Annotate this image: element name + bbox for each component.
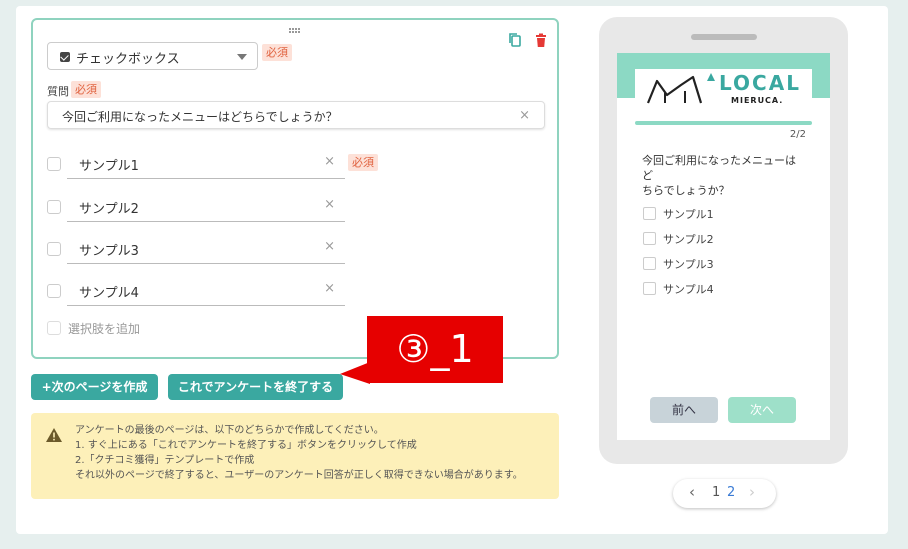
option-label: サンプル4 bbox=[79, 286, 139, 301]
add-option-label: 選択肢を追加 bbox=[68, 322, 141, 336]
option-label: サンプル2 bbox=[79, 202, 139, 217]
logo-main-text: LOCAL bbox=[719, 71, 801, 95]
option-row: サンプル1 × bbox=[47, 149, 377, 179]
caret-down-icon bbox=[237, 54, 247, 60]
pager-page-2[interactable]: 2 bbox=[727, 485, 735, 500]
preview-checkbox[interactable] bbox=[643, 282, 656, 295]
option-checkbox[interactable] bbox=[47, 200, 61, 214]
option-input[interactable]: サンプル3 × bbox=[67, 234, 345, 264]
phone-speaker bbox=[691, 34, 757, 40]
finish-survey-button[interactable]: これでアンケートを終了する bbox=[168, 374, 343, 400]
required-badge: 必須 bbox=[262, 44, 292, 61]
question-type-select[interactable]: チェックボックス bbox=[47, 42, 258, 70]
remove-option-icon[interactable]: × bbox=[324, 154, 335, 169]
trash-icon[interactable] bbox=[533, 32, 549, 48]
remove-option-icon[interactable]: × bbox=[324, 197, 335, 212]
option-checkbox[interactable] bbox=[47, 242, 61, 256]
preview-option-label: サンプル1 bbox=[663, 208, 714, 221]
preview-option-label: サンプル2 bbox=[663, 233, 714, 246]
annotation-label: ③_1 bbox=[367, 316, 503, 383]
question-type-value: チェックボックス bbox=[76, 52, 180, 67]
option-label: サンプル1 bbox=[79, 159, 139, 174]
question-text-value: 今回ご利用になったメニューはどちらでしょうか？ bbox=[62, 110, 338, 124]
cat-logo-icon bbox=[646, 75, 703, 104]
preview-checkbox[interactable] bbox=[643, 232, 656, 245]
remove-option-icon[interactable]: × bbox=[324, 281, 335, 296]
option-row: サンプル2 × bbox=[47, 192, 377, 222]
option-checkbox[interactable] bbox=[47, 284, 61, 298]
option-row: サンプル3 × bbox=[47, 234, 377, 264]
annotation-pointer bbox=[340, 362, 370, 384]
clear-question-icon[interactable]: × bbox=[519, 108, 530, 123]
notice-line: 2.「クチコミ獲得」テンプレートで作成 bbox=[75, 455, 255, 466]
brand-logo: LOCAL MIERUCA. bbox=[635, 69, 812, 109]
preview-screen: LOCAL MIERUCA. 2/2 今回ご利用になったメニューはど ちらでしょ… bbox=[617, 53, 830, 440]
question-editor-card: チェックボックス 必須 質問 必須 今回ご利用になったメニューはどちらでしょうか… bbox=[31, 18, 559, 359]
phone-preview: LOCAL MIERUCA. 2/2 今回ご利用になったメニューはど ちらでしょ… bbox=[599, 17, 848, 464]
copy-icon[interactable] bbox=[507, 32, 523, 48]
option-checkbox[interactable] bbox=[47, 157, 61, 171]
preview-question-line: 今回ご利用になったメニューはど bbox=[642, 154, 796, 182]
drag-handle-icon[interactable] bbox=[289, 28, 303, 34]
preview-option-label: サンプル4 bbox=[663, 283, 714, 296]
warning-icon bbox=[46, 428, 62, 442]
checkbox-type-icon bbox=[60, 52, 70, 62]
pager-prev-icon[interactable]: ‹ bbox=[689, 483, 695, 501]
question-required-badge: 必須 bbox=[71, 81, 101, 98]
progress-bar bbox=[635, 121, 812, 125]
pagination: ‹ 1 2 › bbox=[673, 479, 776, 508]
preview-checkbox[interactable] bbox=[643, 257, 656, 270]
option-input[interactable]: サンプル1 × bbox=[67, 149, 345, 179]
triangle-mark-icon bbox=[707, 73, 715, 81]
preview-checkbox[interactable] bbox=[643, 207, 656, 220]
pager-next-icon[interactable]: › bbox=[749, 483, 755, 501]
remove-option-icon[interactable]: × bbox=[324, 239, 335, 254]
warning-notice: アンケートの最後のページは、以下のどちらかで作成してください。 1. すぐ上にあ… bbox=[31, 413, 559, 499]
notice-line: アンケートの最後のページは、以下のどちらかで作成してください。 bbox=[75, 425, 384, 436]
add-option-checkbox bbox=[47, 321, 61, 335]
question-text-input[interactable]: 今回ご利用になったメニューはどちらでしょうか？ × bbox=[47, 101, 545, 129]
option-row: サンプル4 × bbox=[47, 276, 377, 306]
preview-option-label: サンプル3 bbox=[663, 258, 714, 271]
next-button[interactable]: 次へ bbox=[728, 397, 796, 423]
preview-question: 今回ご利用になったメニューはど ちらでしょうか？ bbox=[642, 153, 802, 198]
question-label: 質問 bbox=[47, 85, 69, 98]
prev-button[interactable]: 前へ bbox=[650, 397, 718, 423]
pager-page-1[interactable]: 1 bbox=[712, 485, 720, 500]
preview-question-line: ちらでしょうか？ bbox=[642, 184, 730, 197]
notice-line: それ以外のページで終了すると、ユーザーのアンケート回答が正しく取得できない場合が… bbox=[75, 470, 523, 481]
option-label: サンプル3 bbox=[79, 244, 139, 259]
page-counter: 2/2 bbox=[789, 129, 806, 140]
option-required-badge: 必須 bbox=[348, 154, 378, 171]
create-next-page-button[interactable]: +次のページを作成 bbox=[31, 374, 158, 400]
notice-line: 1. すぐ上にある「これでアンケートを終了する」ボタンをクリックして作成 bbox=[75, 440, 417, 451]
option-input[interactable]: サンプル2 × bbox=[67, 192, 345, 222]
option-input[interactable]: サンプル4 × bbox=[67, 276, 345, 306]
logo-sub-text: MIERUCA. bbox=[731, 96, 784, 105]
